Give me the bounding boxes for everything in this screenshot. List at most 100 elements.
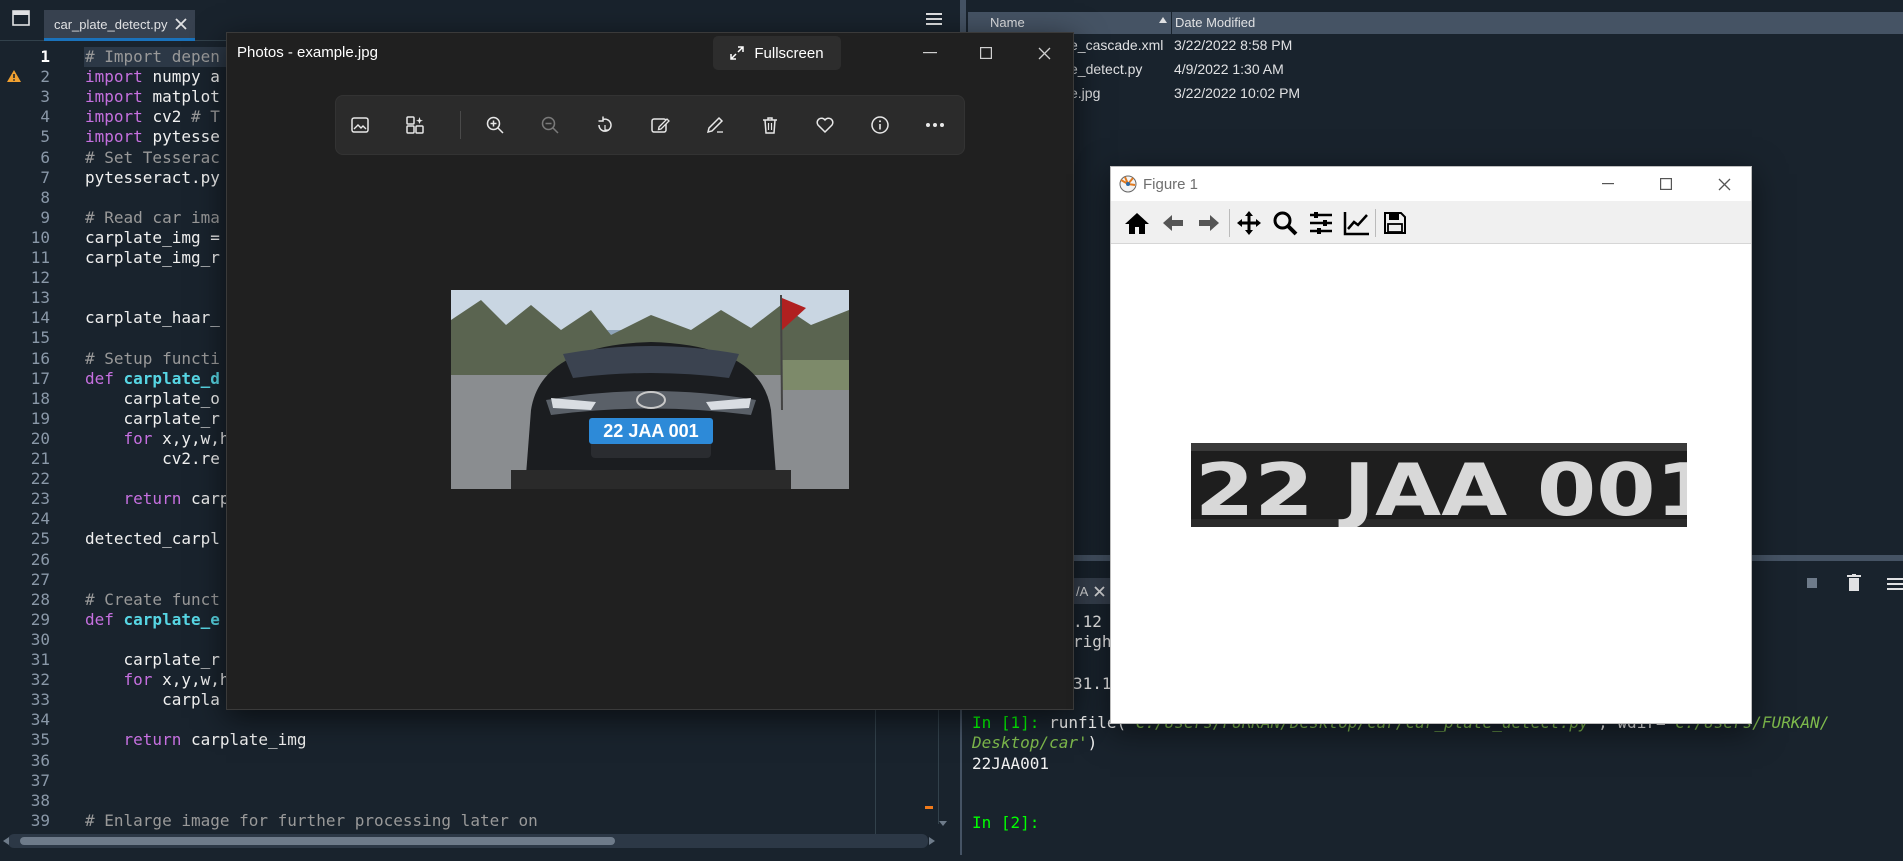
code-line: def carplate_e: [85, 610, 220, 629]
maximize-icon[interactable]: [971, 39, 1001, 67]
column-header-name[interactable]: Name: [990, 15, 1025, 30]
more-options-icon[interactable]: [921, 111, 949, 139]
cropped-plate-image: 22 JAA 001: [1191, 443, 1687, 527]
console-prompt-1: In [1]:: [972, 713, 1040, 732]
line-number: 17: [30, 368, 50, 388]
code-keyword: def: [85, 368, 124, 388]
code-keyword: for: [85, 670, 163, 690]
forward-arrow-icon[interactable]: [1195, 209, 1223, 237]
file-name[interactable]: e.jpg: [1070, 85, 1100, 101]
close-tab-icon[interactable]: [175, 18, 188, 30]
line-number: 12: [30, 268, 50, 288]
line-number: 36: [30, 750, 50, 770]
rotate-icon[interactable]: [591, 111, 619, 139]
editor-options-menu-icon[interactable]: [926, 12, 942, 26]
line-number: 21: [30, 449, 50, 468]
figure-toolbar: [1111, 201, 1751, 244]
scroll-left-icon[interactable]: [2, 836, 10, 846]
save-figure-icon[interactable]: [1381, 209, 1409, 237]
code-keyword: for: [85, 428, 163, 448]
line-number: 6: [40, 147, 50, 167]
delete-icon[interactable]: [756, 111, 784, 139]
view-image-icon[interactable]: [346, 111, 374, 139]
browse-tabs-icon[interactable]: [12, 10, 30, 26]
line-number: 31: [30, 650, 50, 669]
code-line: # Set Tesserac: [85, 148, 220, 167]
gallery-icon[interactable]: [401, 111, 429, 139]
code-text: x,y,w,h: [162, 670, 230, 690]
line-number: 37: [30, 770, 50, 790]
trash-icon[interactable]: [1847, 574, 1861, 592]
stop-icon[interactable]: [1806, 577, 1818, 589]
code-line: def carplate_d: [85, 369, 220, 388]
code-keyword: return: [85, 730, 191, 750]
warning-icon[interactable]: [6, 69, 22, 83]
code-text: carpla: [85, 690, 220, 710]
line-number: 2: [40, 67, 50, 87]
configure-subplots-icon[interactable]: [1307, 209, 1335, 237]
figure-minimize-icon[interactable]: [1593, 173, 1623, 195]
file-list-header: Name Date Modified: [968, 12, 1903, 34]
line-number: 29: [30, 609, 50, 629]
console-input-1-continued: Desktop/car'): [972, 733, 1097, 752]
code-line: cv2.re: [85, 449, 220, 468]
file-date-modified: 4/9/2022 1:30 AM: [1174, 61, 1284, 77]
code-text: # Setup functi: [85, 348, 220, 368]
fullscreen-button[interactable]: Fullscreen: [713, 36, 841, 70]
code-line: detected_carpl: [85, 529, 220, 548]
edit-axis-icon[interactable]: [1343, 209, 1371, 237]
zoom-in-icon[interactable]: [481, 111, 509, 139]
code-function-name: carplate_e: [123, 609, 220, 629]
figure-maximize-icon[interactable]: [1651, 173, 1681, 195]
file-name[interactable]: e_detect.py: [1070, 61, 1142, 77]
file-date-modified: 3/22/2022 10:02 PM: [1174, 85, 1301, 101]
zoom-magnifier-icon[interactable]: [1271, 209, 1299, 237]
column-header-date-modified[interactable]: Date Modified: [1175, 15, 1255, 30]
code-text: carplate_haar_: [85, 308, 220, 328]
line-number: 38: [30, 790, 50, 810]
code-text: pytesseract.py: [85, 167, 220, 187]
toolbar-divider: [460, 111, 461, 139]
line-number: 16: [30, 348, 50, 368]
zoom-out-icon[interactable]: [536, 111, 564, 139]
console-options-menu-icon[interactable]: [1887, 577, 1903, 591]
code-line: carplate_img =: [85, 228, 220, 247]
line-number: 34: [30, 710, 50, 730]
horizontal-scroll-thumb[interactable]: [20, 837, 615, 845]
console-prompt-2[interactable]: In [2]:: [972, 813, 1039, 832]
code-line: # Enlarge image for further processing l…: [85, 811, 538, 830]
line-number: 33: [30, 690, 50, 710]
line-number: 24: [30, 509, 50, 529]
markup-pen-icon[interactable]: [701, 111, 729, 139]
photo-plate-text: 22 JAA 001: [603, 421, 698, 441]
code-text: carp: [190, 489, 230, 509]
matplotlib-logo-icon: [1119, 175, 1137, 193]
code-line: carplate_o: [85, 389, 220, 408]
console-tab[interactable]: /A: [1070, 578, 1112, 604]
back-arrow-icon[interactable]: [1159, 209, 1187, 237]
file-name[interactable]: e_cascade.xml: [1070, 37, 1163, 53]
line-number: 27: [30, 569, 50, 589]
scroll-down-icon[interactable]: [938, 820, 948, 828]
code-line: import pytesse: [85, 127, 220, 147]
minimize-icon[interactable]: [915, 39, 945, 67]
toolbar-separator: [1229, 209, 1230, 237]
edit-image-icon[interactable]: [646, 111, 674, 139]
code-text: carplate_img =: [85, 227, 220, 247]
car-photo[interactable]: 22 JAA 001: [451, 290, 849, 489]
scroll-right-icon[interactable]: [928, 836, 936, 846]
code-text: # Set Tesserac: [85, 147, 220, 167]
pan-move-icon[interactable]: [1235, 209, 1263, 237]
figure-close-icon[interactable]: [1709, 173, 1739, 195]
console-banner-fragment-1: .12: [1073, 612, 1102, 631]
close-icon[interactable]: [1029, 39, 1059, 67]
close-console-tab-icon[interactable]: [1094, 585, 1105, 597]
figure-title: Figure 1: [1143, 176, 1199, 193]
home-icon[interactable]: [1123, 209, 1151, 237]
line-number: 5: [40, 127, 50, 147]
favorite-heart-icon[interactable]: [811, 111, 839, 139]
info-icon[interactable]: [866, 111, 894, 139]
fullscreen-label: Fullscreen: [754, 44, 824, 62]
editor-tab-car-plate-detect[interactable]: car_plate_detect.py: [44, 10, 196, 41]
line-number: 25: [30, 529, 50, 549]
